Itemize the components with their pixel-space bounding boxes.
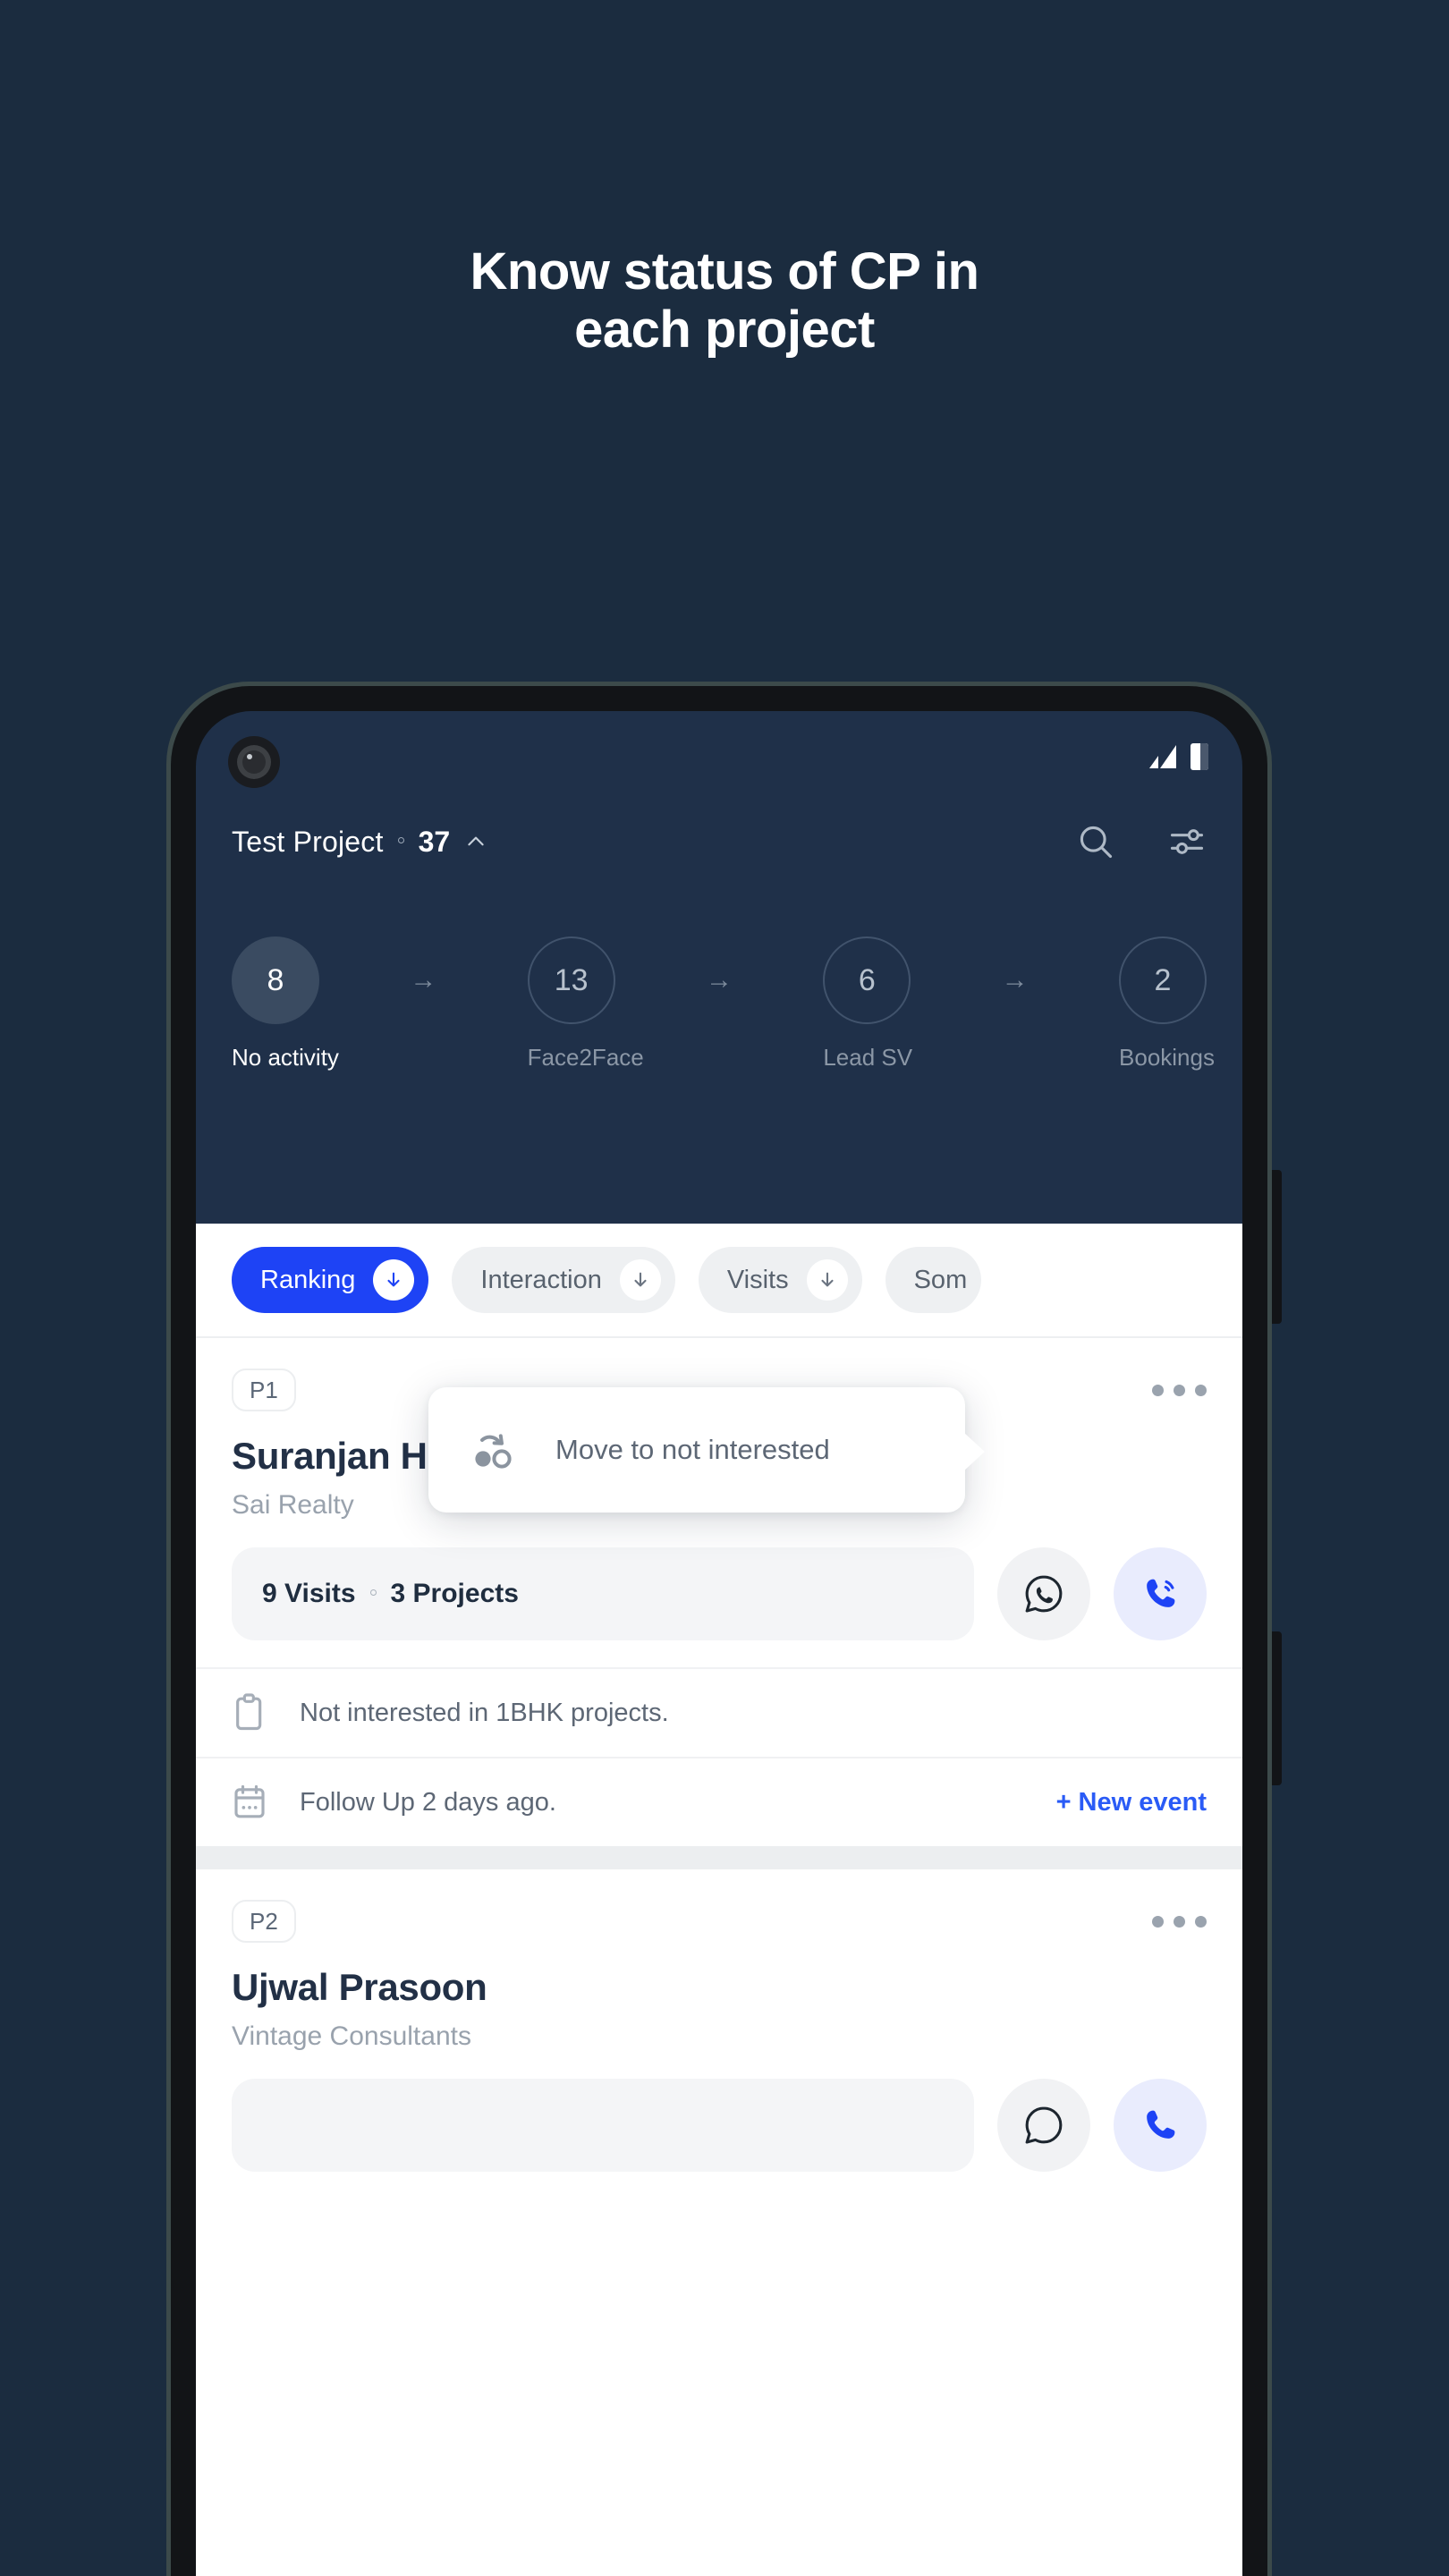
move-status-icon (475, 1434, 512, 1469)
cp-stats-pill[interactable] (232, 2079, 974, 2172)
chip-visits[interactable]: Visits (698, 1247, 862, 1313)
cp-action-row: 9 Visits 3 Projects (196, 1521, 1242, 1667)
cp-note-text: Not interested in 1BHK projects. (300, 1698, 669, 1727)
funnel-stage-lead-sv[interactable]: 6 (823, 936, 911, 1024)
filter-sliders-icon[interactable] (1167, 822, 1207, 861)
funnel-stage-no-activity[interactable]: 8 (232, 936, 319, 1024)
funnel-arrow-icon: → (1001, 965, 1029, 995)
chip-label: Visits (726, 1265, 789, 1294)
more-options-icon[interactable] (1152, 1915, 1207, 1928)
funnel-label-face2face: Face2Face (527, 1044, 644, 1071)
phone-volume-button[interactable] (1272, 1170, 1282, 1324)
separator-dot (369, 1589, 377, 1596)
chip-something[interactable]: Som (885, 1247, 982, 1313)
cp-company: Vintage Consultants (232, 2021, 471, 2051)
phone-mockup: Test Project 37 8 → 13 → 6 → 2 No activi… (166, 682, 1282, 2576)
whatsapp-button[interactable] (997, 1547, 1090, 1640)
cp-card-header: P2 Ujwal Prasoon Vintage Consultants (196, 1869, 1242, 2052)
cp-card[interactable]: P2 Ujwal Prasoon Vintage Consultants (196, 1869, 1242, 2199)
promo-headline: Know status of CP in each project (0, 242, 1449, 360)
funnel-label-lead-sv: Lead SV (823, 1044, 913, 1071)
call-button[interactable] (1114, 1547, 1207, 1640)
cp-badge-row: P2 (232, 1900, 1207, 1943)
calendar-icon (232, 1784, 273, 1821)
cp-list-sheet: Ranking Interaction Visits Som Move to n… (196, 1224, 1242, 2576)
arrow-down-icon[interactable] (373, 1259, 415, 1301)
cp-projects-count: 3 Projects (390, 1579, 519, 1608)
funnel-stage-face2face[interactable]: 13 (527, 936, 615, 1024)
funnel-value: 13 (554, 962, 589, 997)
project-selector-row[interactable]: Test Project 37 (232, 822, 1207, 861)
filter-chip-row[interactable]: Ranking Interaction Visits Som (196, 1224, 1242, 1336)
phone-body: Test Project 37 8 → 13 → 6 → 2 No activi… (171, 686, 1267, 2576)
search-icon[interactable] (1076, 822, 1115, 861)
funnel-arrow-icon: → (706, 965, 733, 995)
tooltip-arrow (963, 1432, 985, 1471)
phone-screen: Test Project 37 8 → 13 → 6 → 2 No activi… (196, 711, 1242, 2576)
whatsapp-icon (1025, 1575, 1063, 1613)
phone-power-button[interactable] (1272, 1631, 1282, 1785)
cp-note-row[interactable]: Not interested in 1BHK projects. (196, 1667, 1242, 1757)
tooltip-label: Move to not interested (555, 1434, 830, 1465)
rank-badge: P1 (232, 1368, 296, 1411)
app-header: Test Project 37 (196, 711, 1242, 861)
phone-call-icon (1147, 2110, 1175, 2139)
rank-badge: P2 (232, 1900, 296, 1943)
promo-headline-line-2: each project (574, 300, 875, 359)
move-to-not-interested-tooltip[interactable]: Move to not interested (428, 1387, 985, 1513)
funnel-value: 8 (267, 962, 284, 997)
new-event-button[interactable]: + New event (1056, 1788, 1207, 1818)
call-button[interactable] (1114, 2079, 1207, 2172)
chip-interaction[interactable]: Interaction (452, 1247, 675, 1313)
chip-label: Interaction (480, 1265, 602, 1294)
phone-call-icon (1147, 1579, 1175, 1607)
more-options-icon[interactable] (1152, 1384, 1207, 1396)
funnel-label-row: No activity Face2Face Lead SV Bookings (232, 1044, 1215, 1072)
whatsapp-button[interactable] (997, 2079, 1090, 2172)
arrow-down-icon[interactable] (619, 1259, 661, 1301)
funnel-stage-bookings[interactable]: 2 (1119, 936, 1208, 1024)
cp-stats-pill[interactable]: 9 Visits 3 Projects (232, 1547, 974, 1640)
chip-ranking[interactable]: Ranking (232, 1247, 429, 1313)
chevron-up-icon[interactable] (464, 830, 487, 853)
funnel-label-no-activity: No activity (232, 1044, 339, 1071)
arrow-down-icon[interactable] (806, 1259, 848, 1301)
cp-visits-count: 9 Visits (262, 1579, 356, 1608)
cp-action-row (196, 2052, 1242, 2199)
whatsapp-icon (1025, 2106, 1063, 2144)
project-count: 37 (418, 825, 451, 858)
funnel-stages: 8 → 13 → 6 → 2 No activity Face2Face Lea… (196, 936, 1242, 1072)
chip-label: Som (913, 1265, 968, 1294)
project-name: Test Project (232, 825, 384, 858)
funnel-circle-row: 8 → 13 → 6 → 2 (232, 936, 1208, 1024)
chip-label: Ranking (260, 1265, 356, 1294)
funnel-arrow-icon: → (410, 965, 437, 995)
funnel-value: 6 (858, 962, 876, 997)
cp-card[interactable]: Move to not interested P1 Suranjan Haris… (196, 1338, 1242, 1846)
cp-event-row[interactable]: Follow Up 2 days ago. + New event (196, 1757, 1242, 1846)
separator-dot (397, 836, 404, 843)
cp-name: Ujwal Prasoon (232, 1966, 487, 2008)
card-separator (196, 1846, 1242, 1869)
funnel-label-bookings: Bookings (1119, 1044, 1215, 1071)
cp-event-text: Follow Up 2 days ago. (300, 1787, 556, 1817)
clipboard-icon (232, 1693, 273, 1733)
funnel-value: 2 (1154, 962, 1172, 997)
promo-headline-line-1: Know status of CP in (470, 242, 979, 301)
